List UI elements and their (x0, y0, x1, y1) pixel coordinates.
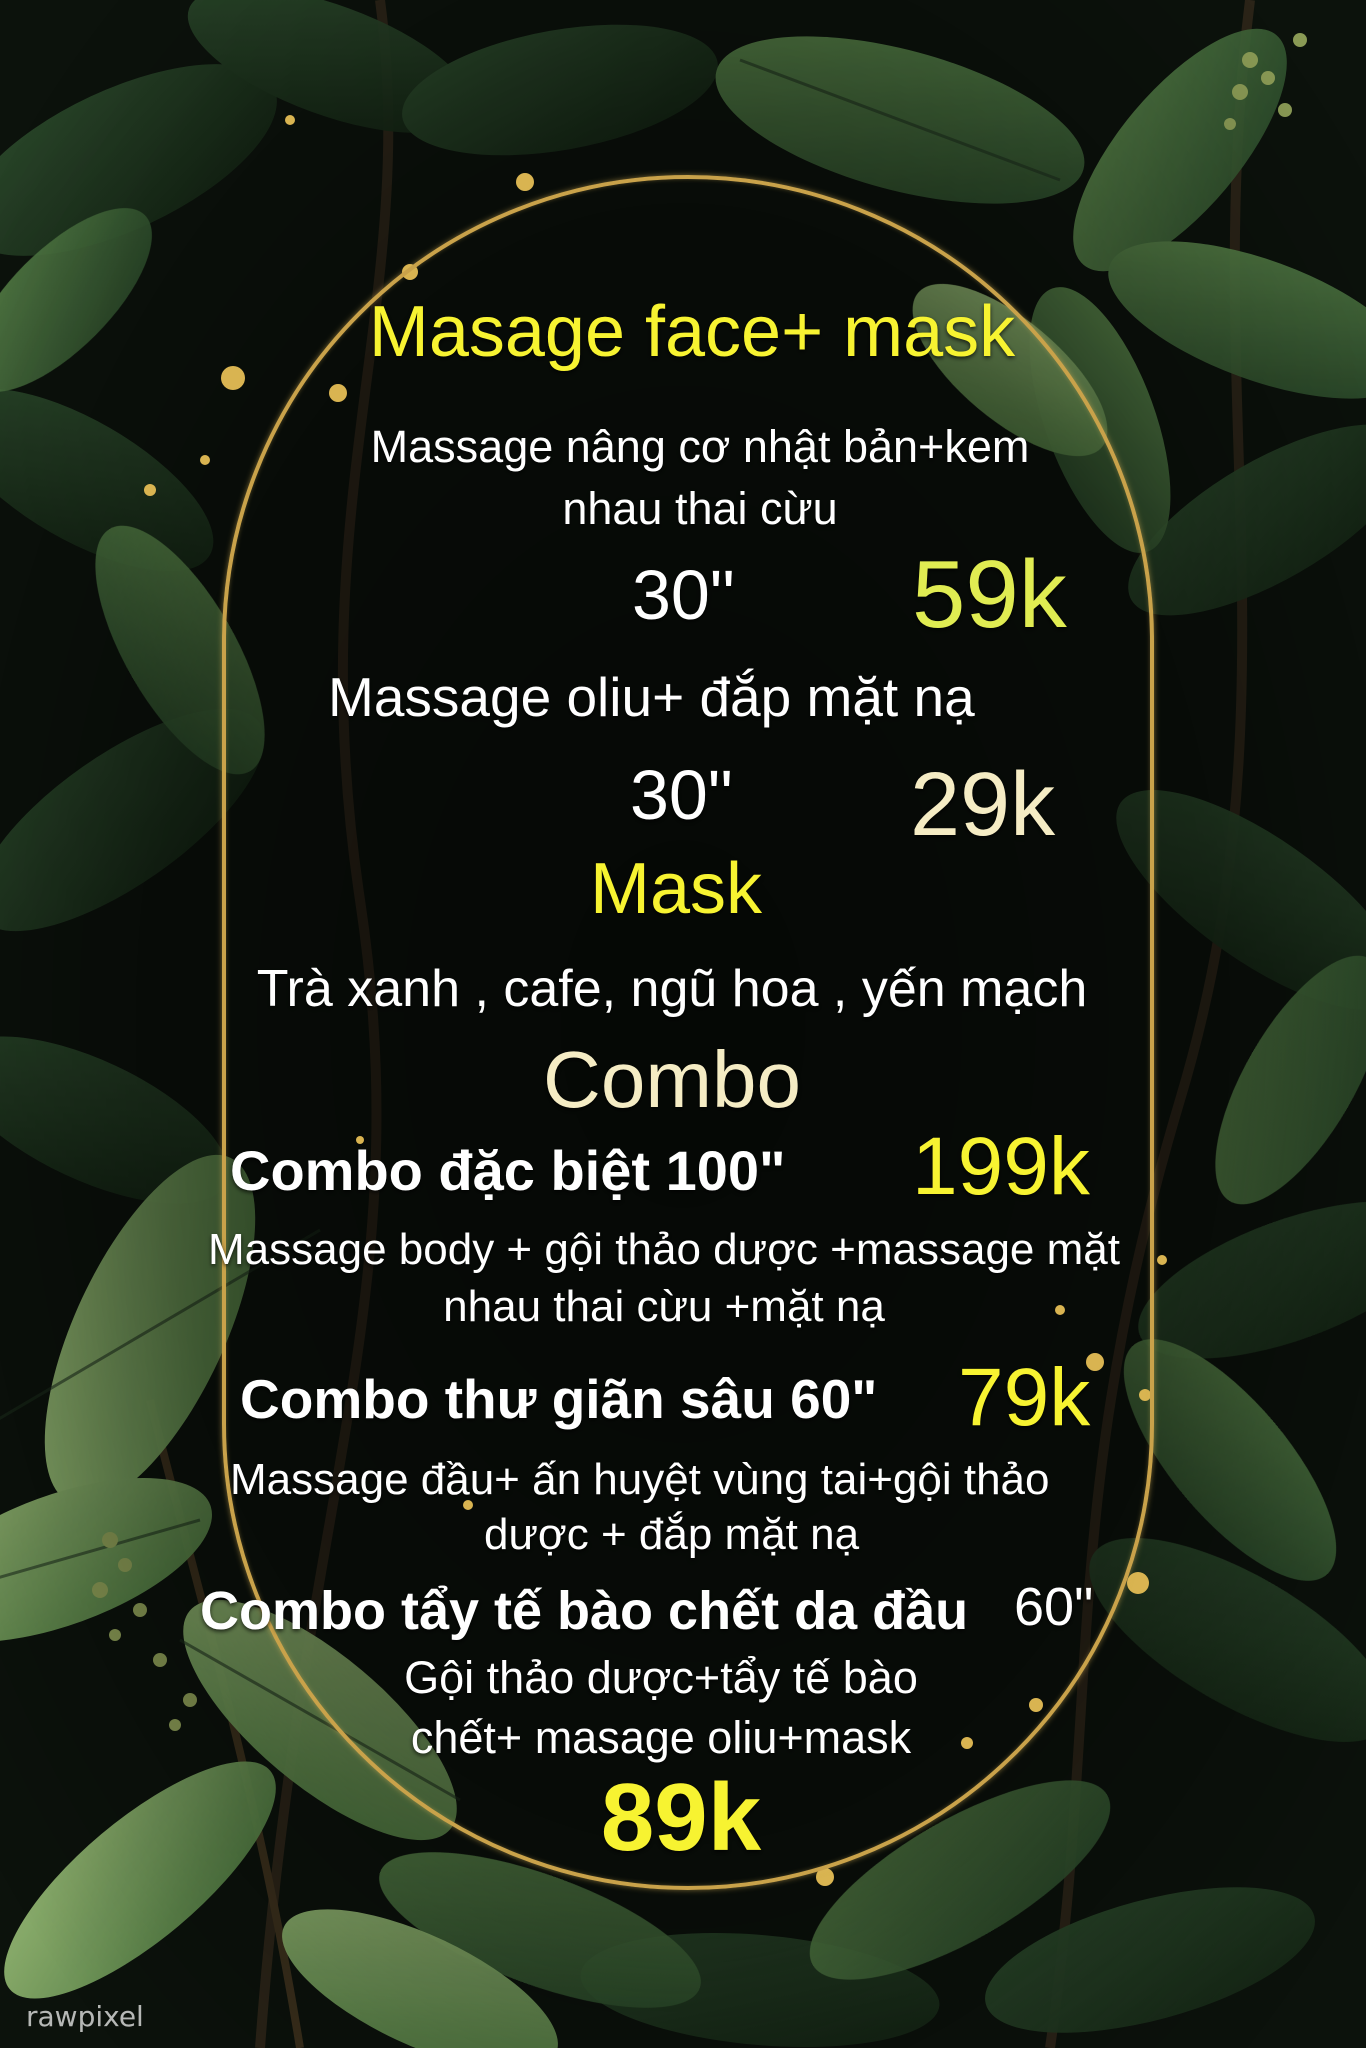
combo3-name: Combo tẩy tế bào chết da đầu (200, 1581, 969, 1641)
combo3-desc-line2: chết+ masage oliu+mask (410, 1712, 912, 1763)
combo3-price: 89k (600, 1764, 762, 1871)
combo1-price: 199k (912, 1121, 1090, 1212)
section-title-face: Masage face+ mask (368, 292, 1016, 372)
combo1-desc-line1: Massage body + gội thảo dược +massage mặ… (208, 1225, 1120, 1274)
mask-options: Trà xanh , cafe, ngũ hoa , yến mạch (256, 960, 1088, 1018)
combo2-price: 79k (958, 1352, 1091, 1443)
item2-name: Massage oliu+ đắp mặt nạ (328, 666, 975, 728)
combo2-name: Combo thư giãn sâu 60" (240, 1368, 878, 1430)
combo2-desc-line1: Massage đầu+ ấn huyệt vùng tai+gội thảo (230, 1455, 1050, 1504)
combo1-name: Combo đặc biệt 100" (230, 1139, 786, 1202)
watermark-text: rawpixel (26, 2000, 144, 2033)
item1-duration: 30" (632, 556, 735, 634)
item2-duration: 30" (630, 756, 733, 834)
item2-price: 29k (910, 755, 1056, 855)
item1-price: 59k (912, 541, 1067, 648)
combo1-desc-line2: nhau thai cừu +mặt nạ (443, 1282, 885, 1331)
section-title-mask: Mask (589, 849, 763, 929)
combo2-desc-line2: dược + đắp mặt nạ (484, 1510, 860, 1559)
section-title-combo: Combo (543, 1035, 801, 1124)
item1-name-line1: Massage nâng cơ nhật bản+kem (370, 421, 1030, 472)
combo3-desc-line1: Gội thảo dược+tẩy tế bào (404, 1652, 918, 1703)
price-menu: Masage face+ mask Massage nâng cơ nhật b… (0, 0, 1366, 2048)
combo3-duration: 60" (1014, 1577, 1094, 1637)
item1-name-line2: nhau thai cừu (562, 483, 838, 534)
